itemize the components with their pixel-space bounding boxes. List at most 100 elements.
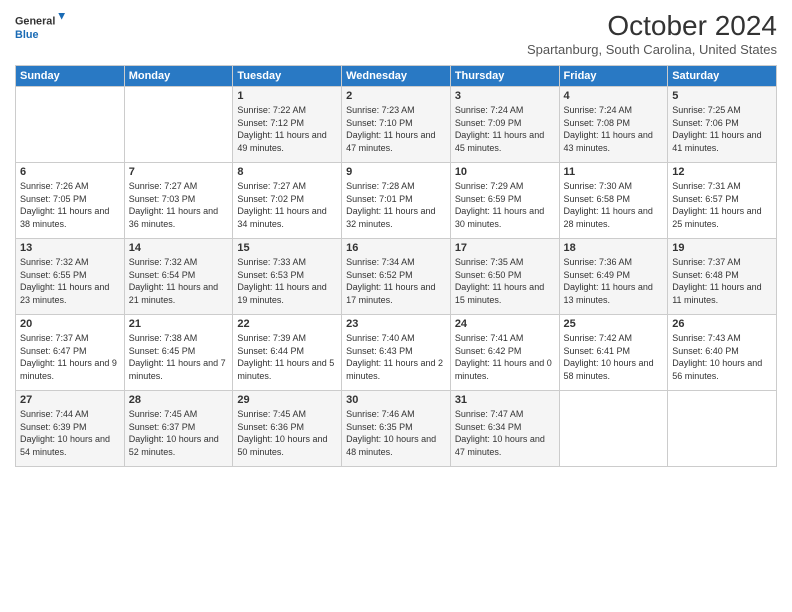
calendar-cell: 29 Sunrise: 7:45 AMSunset: 6:36 PMDayligh… <box>233 391 342 467</box>
calendar-cell: 28 Sunrise: 7:45 AMSunset: 6:37 PMDayligh… <box>124 391 233 467</box>
calendar-cell: 23 Sunrise: 7:40 AMSunset: 6:43 PMDayligh… <box>342 315 451 391</box>
col-wednesday: Wednesday <box>342 66 451 87</box>
day-info: Sunrise: 7:37 AMSunset: 6:48 PMDaylight:… <box>672 256 772 306</box>
calendar-cell: 4 Sunrise: 7:24 AMSunset: 7:08 PMDaylight… <box>559 87 668 163</box>
calendar-cell <box>124 87 233 163</box>
calendar-week-3: 13 Sunrise: 7:32 AMSunset: 6:55 PMDayligh… <box>16 239 777 315</box>
svg-text:Blue: Blue <box>15 29 38 41</box>
day-info: Sunrise: 7:37 AMSunset: 6:47 PMDaylight:… <box>20 332 120 382</box>
day-info: Sunrise: 7:45 AMSunset: 6:37 PMDaylight:… <box>129 408 229 458</box>
day-number: 18 <box>564 242 664 254</box>
calendar-cell: 30 Sunrise: 7:46 AMSunset: 6:35 PMDayligh… <box>342 391 451 467</box>
calendar-cell: 15Sunrise: 7:33 AMSunset: 6:53 PMDayligh… <box>233 239 342 315</box>
col-monday: Monday <box>124 66 233 87</box>
day-number: 4 <box>564 90 664 102</box>
day-info: Sunrise: 7:24 AMSunset: 7:08 PMDaylight:… <box>564 104 664 154</box>
calendar-cell: 14Sunrise: 7:32 AMSunset: 6:54 PMDayligh… <box>124 239 233 315</box>
day-number: 24 <box>455 318 555 330</box>
day-info: Sunrise: 7:40 AMSunset: 6:43 PMDaylight:… <box>346 332 446 382</box>
svg-text:General: General <box>15 16 55 28</box>
day-number: 23 <box>346 318 446 330</box>
calendar-cell: 16 Sunrise: 7:34 AMSunset: 6:52 PMDayligh… <box>342 239 451 315</box>
calendar-cell <box>16 87 125 163</box>
calendar-week-4: 20 Sunrise: 7:37 AMSunset: 6:47 PMDayligh… <box>16 315 777 391</box>
day-info: Sunrise: 7:28 AMSunset: 7:01 PMDaylight:… <box>346 180 446 230</box>
day-info: Sunrise: 7:23 AMSunset: 7:10 PMDaylight:… <box>346 104 446 154</box>
calendar-cell: 22 Sunrise: 7:39 AMSunset: 6:44 PMDayligh… <box>233 315 342 391</box>
logo-svg: General Blue <box>15 10 65 46</box>
day-number: 9 <box>346 166 446 178</box>
day-info: Sunrise: 7:32 AMSunset: 6:55 PMDaylight:… <box>20 256 120 306</box>
page: General Blue October 2024 Spartanburg, S… <box>0 0 792 612</box>
col-sunday: Sunday <box>16 66 125 87</box>
calendar-cell: 9 Sunrise: 7:28 AMSunset: 7:01 PMDaylight… <box>342 163 451 239</box>
col-thursday: Thursday <box>450 66 559 87</box>
day-info: Sunrise: 7:34 AMSunset: 6:52 PMDaylight:… <box>346 256 446 306</box>
col-tuesday: Tuesday <box>233 66 342 87</box>
day-number: 5 <box>672 90 772 102</box>
calendar-cell: 5 Sunrise: 7:25 AMSunset: 7:06 PMDaylight… <box>668 87 777 163</box>
day-number: 7 <box>129 166 229 178</box>
day-number: 22 <box>237 318 337 330</box>
day-number: 2 <box>346 90 446 102</box>
col-friday: Friday <box>559 66 668 87</box>
calendar-cell: 1Sunrise: 7:22 AMSunset: 7:12 PMDaylight… <box>233 87 342 163</box>
calendar-table: Sunday Monday Tuesday Wednesday Thursday… <box>15 65 777 467</box>
col-saturday: Saturday <box>668 66 777 87</box>
month-title: October 2024 <box>527 10 777 42</box>
calendar-cell: 18 Sunrise: 7:36 AMSunset: 6:49 PMDayligh… <box>559 239 668 315</box>
day-info: Sunrise: 7:44 AMSunset: 6:39 PMDaylight:… <box>20 408 120 458</box>
day-number: 28 <box>129 394 229 406</box>
day-info: Sunrise: 7:45 AMSunset: 6:36 PMDaylight:… <box>237 408 337 458</box>
calendar-cell: 3Sunrise: 7:24 AMSunset: 7:09 PMDaylight… <box>450 87 559 163</box>
calendar-cell <box>559 391 668 467</box>
day-number: 14 <box>129 242 229 254</box>
day-info: Sunrise: 7:25 AMSunset: 7:06 PMDaylight:… <box>672 104 772 154</box>
calendar-cell: 12Sunrise: 7:31 AMSunset: 6:57 PMDayligh… <box>668 163 777 239</box>
day-number: 16 <box>346 242 446 254</box>
calendar-cell: 27Sunrise: 7:44 AMSunset: 6:39 PMDayligh… <box>16 391 125 467</box>
calendar-cell: 6 Sunrise: 7:26 AMSunset: 7:05 PMDaylight… <box>16 163 125 239</box>
day-info: Sunrise: 7:41 AMSunset: 6:42 PMDaylight:… <box>455 332 555 382</box>
calendar-week-5: 27Sunrise: 7:44 AMSunset: 6:39 PMDayligh… <box>16 391 777 467</box>
day-number: 25 <box>564 318 664 330</box>
calendar-cell: 21 Sunrise: 7:38 AMSunset: 6:45 PMDayligh… <box>124 315 233 391</box>
day-info: Sunrise: 7:38 AMSunset: 6:45 PMDaylight:… <box>129 332 229 382</box>
day-number: 1 <box>237 90 337 102</box>
calendar-cell: 24 Sunrise: 7:41 AMSunset: 6:42 PMDayligh… <box>450 315 559 391</box>
day-info: Sunrise: 7:36 AMSunset: 6:49 PMDaylight:… <box>564 256 664 306</box>
day-number: 30 <box>346 394 446 406</box>
day-info: Sunrise: 7:27 AMSunset: 7:02 PMDaylight:… <box>237 180 337 230</box>
day-number: 29 <box>237 394 337 406</box>
day-number: 17 <box>455 242 555 254</box>
day-info: Sunrise: 7:39 AMSunset: 6:44 PMDaylight:… <box>237 332 337 382</box>
day-info: Sunrise: 7:29 AMSunset: 6:59 PMDaylight:… <box>455 180 555 230</box>
day-info: Sunrise: 7:42 AMSunset: 6:41 PMDaylight:… <box>564 332 664 382</box>
day-number: 20 <box>20 318 120 330</box>
day-info: Sunrise: 7:24 AMSunset: 7:09 PMDaylight:… <box>455 104 555 154</box>
title-block: October 2024 Spartanburg, South Carolina… <box>527 10 777 57</box>
day-info: Sunrise: 7:43 AMSunset: 6:40 PMDaylight:… <box>672 332 772 382</box>
calendar-cell: 13 Sunrise: 7:32 AMSunset: 6:55 PMDayligh… <box>16 239 125 315</box>
calendar-cell: 11Sunrise: 7:30 AMSunset: 6:58 PMDayligh… <box>559 163 668 239</box>
day-number: 21 <box>129 318 229 330</box>
day-info: Sunrise: 7:47 AMSunset: 6:34 PMDaylight:… <box>455 408 555 458</box>
day-number: 6 <box>20 166 120 178</box>
header-row: Sunday Monday Tuesday Wednesday Thursday… <box>16 66 777 87</box>
day-number: 8 <box>237 166 337 178</box>
day-info: Sunrise: 7:33 AMSunset: 6:53 PMDaylight:… <box>237 256 337 306</box>
calendar-week-1: 1Sunrise: 7:22 AMSunset: 7:12 PMDaylight… <box>16 87 777 163</box>
day-number: 13 <box>20 242 120 254</box>
day-info: Sunrise: 7:31 AMSunset: 6:57 PMDaylight:… <box>672 180 772 230</box>
calendar-cell: 17Sunrise: 7:35 AMSunset: 6:50 PMDayligh… <box>450 239 559 315</box>
calendar-cell: 10 Sunrise: 7:29 AMSunset: 6:59 PMDayligh… <box>450 163 559 239</box>
calendar-cell: 20 Sunrise: 7:37 AMSunset: 6:47 PMDayligh… <box>16 315 125 391</box>
calendar-cell: 7Sunrise: 7:27 AMSunset: 7:03 PMDaylight… <box>124 163 233 239</box>
day-number: 19 <box>672 242 772 254</box>
day-number: 10 <box>455 166 555 178</box>
calendar-week-2: 6 Sunrise: 7:26 AMSunset: 7:05 PMDaylight… <box>16 163 777 239</box>
day-info: Sunrise: 7:26 AMSunset: 7:05 PMDaylight:… <box>20 180 120 230</box>
calendar-cell <box>668 391 777 467</box>
day-info: Sunrise: 7:46 AMSunset: 6:35 PMDaylight:… <box>346 408 446 458</box>
calendar-cell: 31Sunrise: 7:47 AMSunset: 6:34 PMDayligh… <box>450 391 559 467</box>
